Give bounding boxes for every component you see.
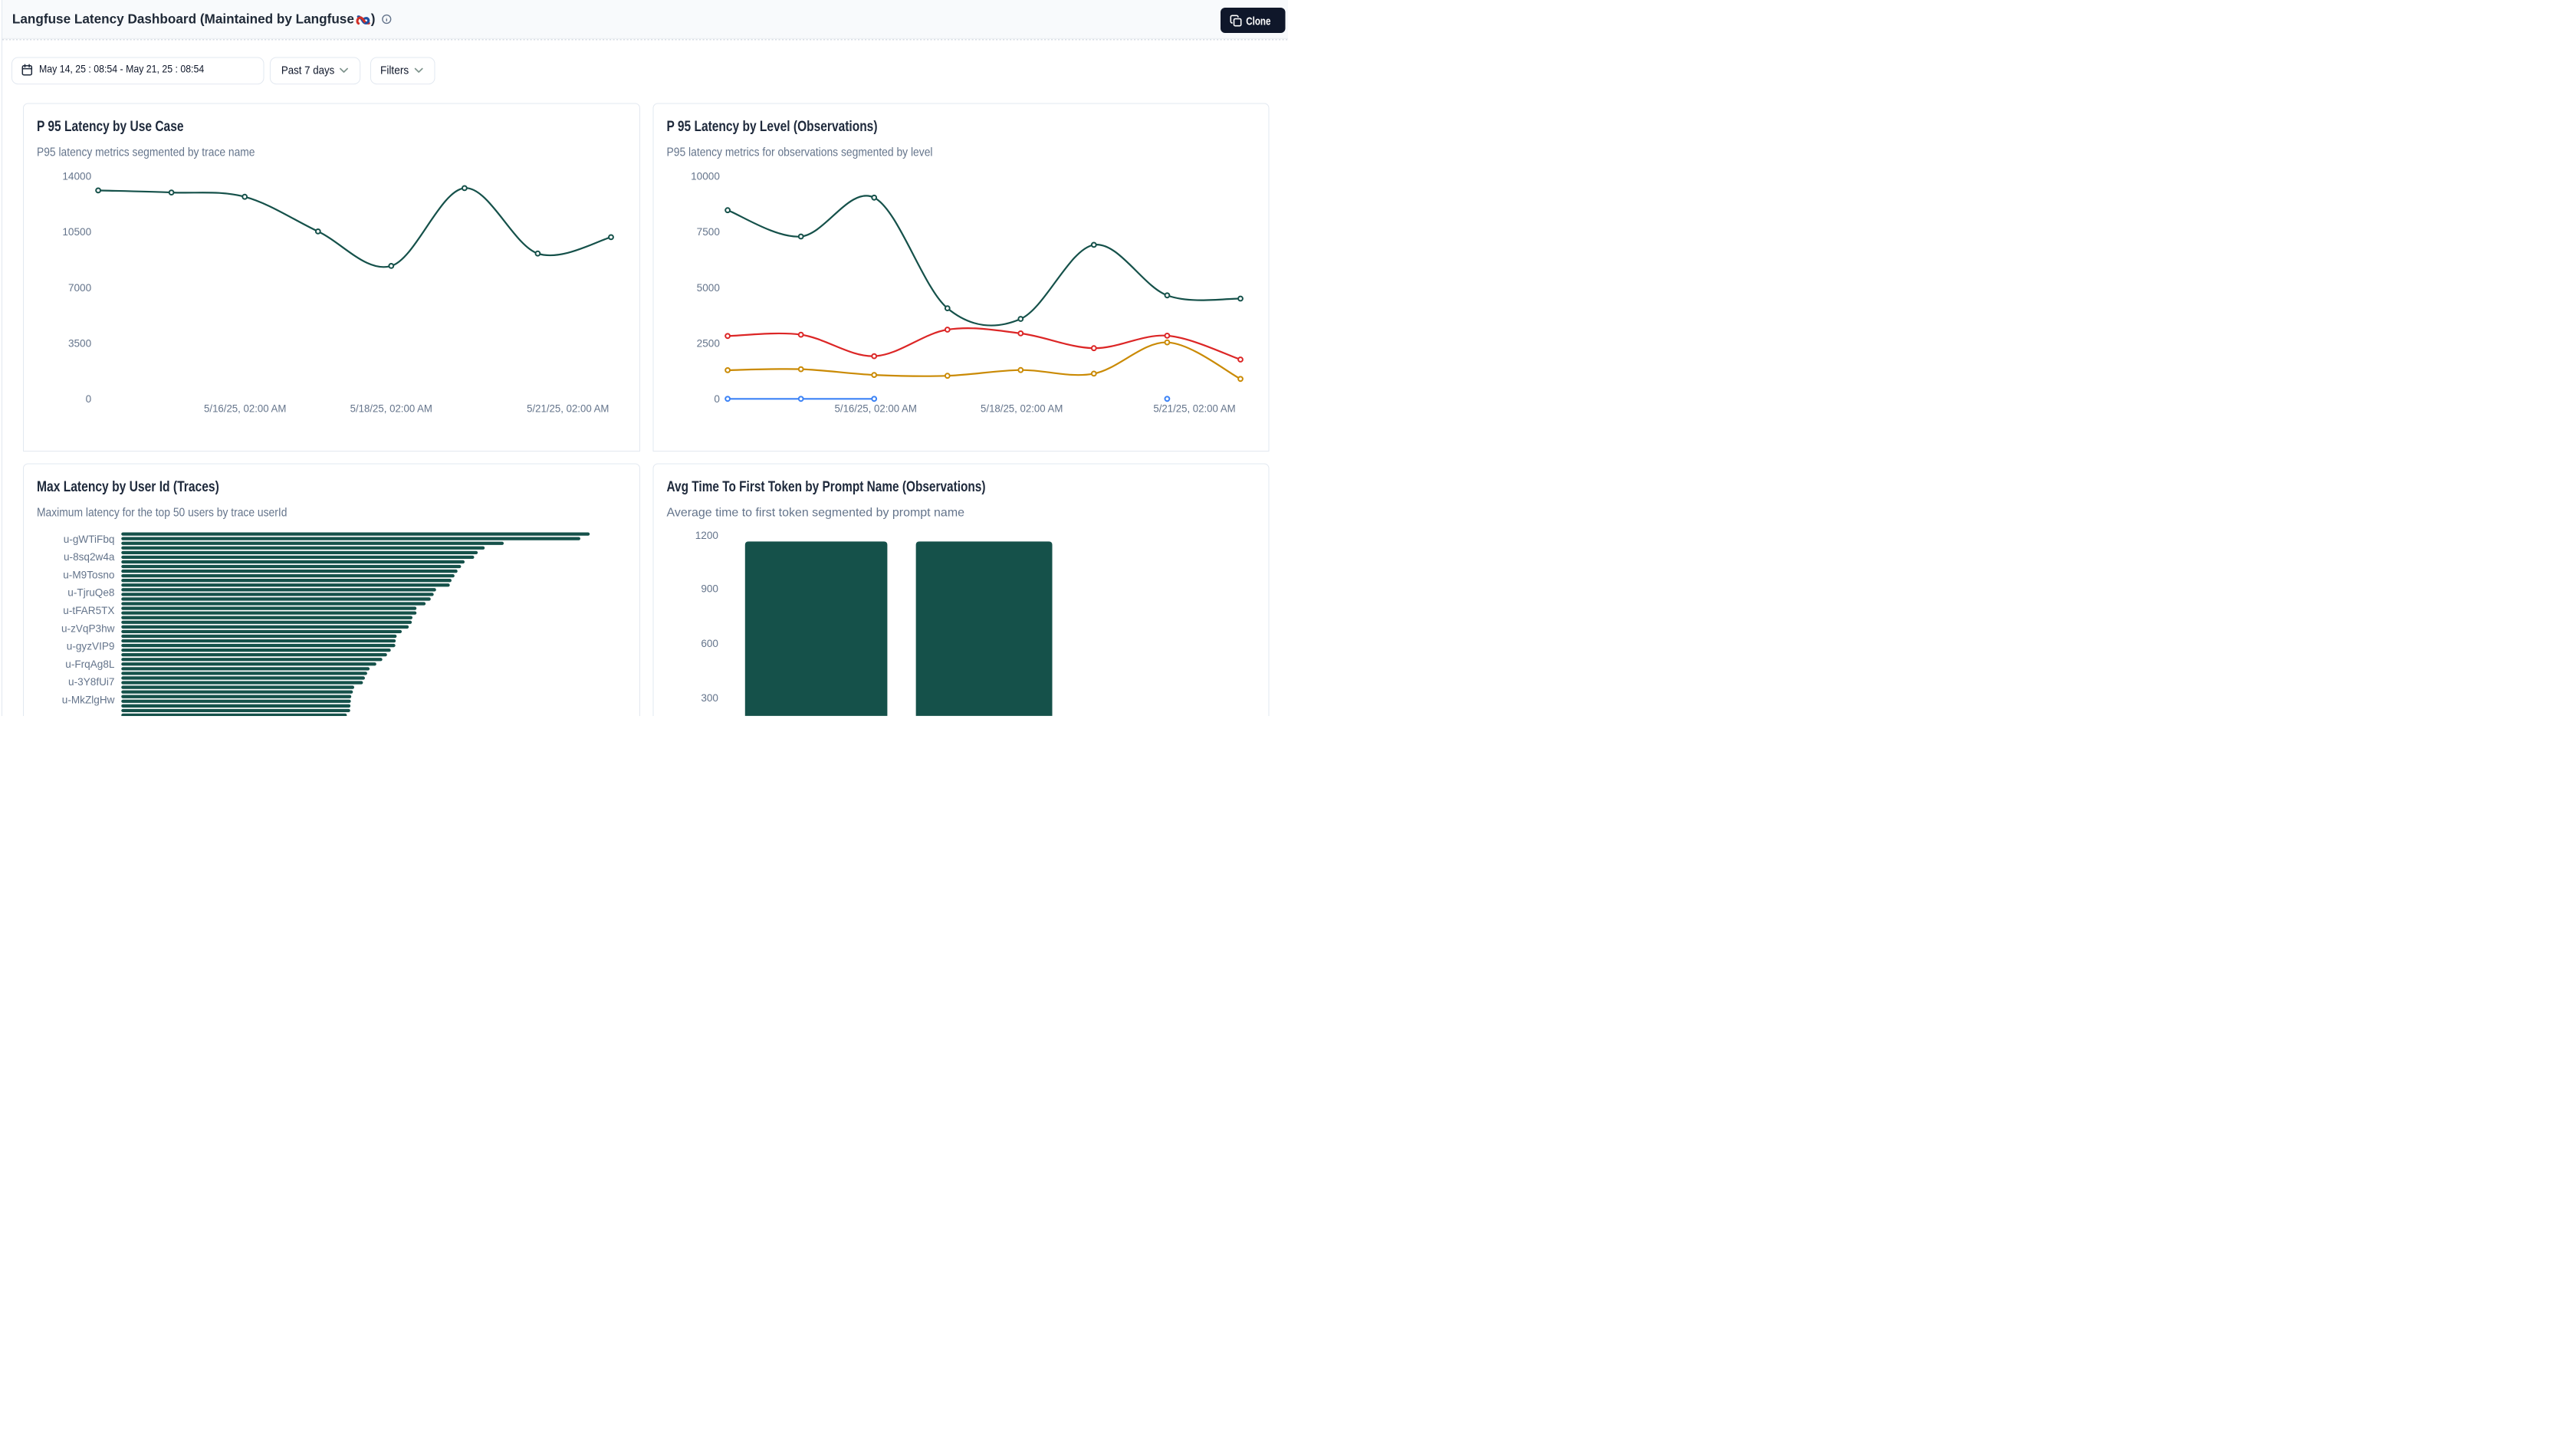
svg-text:Avg Time To First Token by Pro: Avg Time To First Token by Prompt Name (… (667, 479, 986, 495)
svg-text:u-TjruQe8: u-TjruQe8 (67, 587, 114, 599)
svg-text:Clone: Clone (1246, 15, 1270, 28)
svg-text:0: 0 (86, 393, 92, 405)
svg-text:u-gyzVIP9: u-gyzVIP9 (67, 641, 115, 652)
svg-text:5/21/25, 02:00 AM: 5/21/25, 02:00 AM (527, 402, 609, 414)
svg-text:5/18/25, 02:00 AM: 5/18/25, 02:00 AM (350, 402, 432, 414)
svg-text:Filters: Filters (380, 64, 409, 77)
svg-text:): ) (371, 11, 376, 27)
svg-text:Past 7 days: Past 7 days (281, 64, 334, 77)
svg-text:10000: 10000 (691, 170, 720, 182)
svg-text:0: 0 (714, 393, 720, 405)
svg-text:Maximum latency for the top 50: Maximum latency for the top 50 users by … (37, 507, 287, 520)
svg-text:600: 600 (701, 638, 718, 649)
svg-text:u-8sq2w4a: u-8sq2w4a (64, 551, 115, 563)
svg-text:u-3Y8fUi7: u-3Y8fUi7 (68, 676, 114, 688)
svg-text:u-FrqAg8L: u-FrqAg8L (65, 659, 115, 670)
svg-text:14000: 14000 (62, 170, 91, 182)
svg-text:3500: 3500 (68, 337, 92, 349)
svg-text:5/16/25, 02:00 AM: 5/16/25, 02:00 AM (204, 402, 286, 414)
svg-text:u-M9Tosno: u-M9Tosno (63, 569, 114, 580)
svg-text:u-gWTiFbq: u-gWTiFbq (64, 534, 115, 545)
svg-text:Max Latency by User Id (Traces: Max Latency by User Id (Traces) (37, 479, 219, 495)
svg-text:5000: 5000 (697, 282, 721, 294)
svg-text:2500: 2500 (697, 337, 721, 349)
svg-text:900: 900 (701, 583, 718, 594)
svg-text:5/16/25, 02:00 AM: 5/16/25, 02:00 AM (835, 402, 917, 414)
svg-text:7500: 7500 (697, 226, 721, 238)
svg-text:7000: 7000 (68, 282, 92, 294)
svg-text:5/18/25, 02:00 AM: 5/18/25, 02:00 AM (981, 402, 1063, 414)
svg-text:P 95 Latency by Use Case: P 95 Latency by Use Case (37, 119, 184, 135)
svg-text:P95 latency metrics for observ: P95 latency metrics for observations seg… (667, 146, 933, 159)
svg-text:300: 300 (701, 692, 718, 704)
svg-text:Average time to first token se: Average time to first token segmented by… (667, 507, 965, 520)
svg-text:1200: 1200 (695, 530, 719, 541)
svg-text:u-MkZlgHw: u-MkZlgHw (62, 695, 115, 706)
svg-text:Langfuse Latency Dashboard (Ma: Langfuse Latency Dashboard (Maintained b… (12, 11, 354, 27)
svg-text:P 95 Latency by Level (Observa: P 95 Latency by Level (Observations) (667, 119, 878, 135)
svg-text:May 14, 25 : 08:54 - May 21, 2: May 14, 25 : 08:54 - May 21, 25 : 08:54 (39, 64, 205, 75)
svg-text:10500: 10500 (62, 226, 91, 238)
svg-text:u-zVqP3hw: u-zVqP3hw (61, 622, 115, 634)
svg-text:5/21/25, 02:00 AM: 5/21/25, 02:00 AM (1153, 402, 1235, 414)
svg-text:u-tFAR5TX: u-tFAR5TX (63, 605, 114, 616)
svg-text:P95 latency metrics segmented: P95 latency metrics segmented by trace n… (37, 146, 255, 159)
